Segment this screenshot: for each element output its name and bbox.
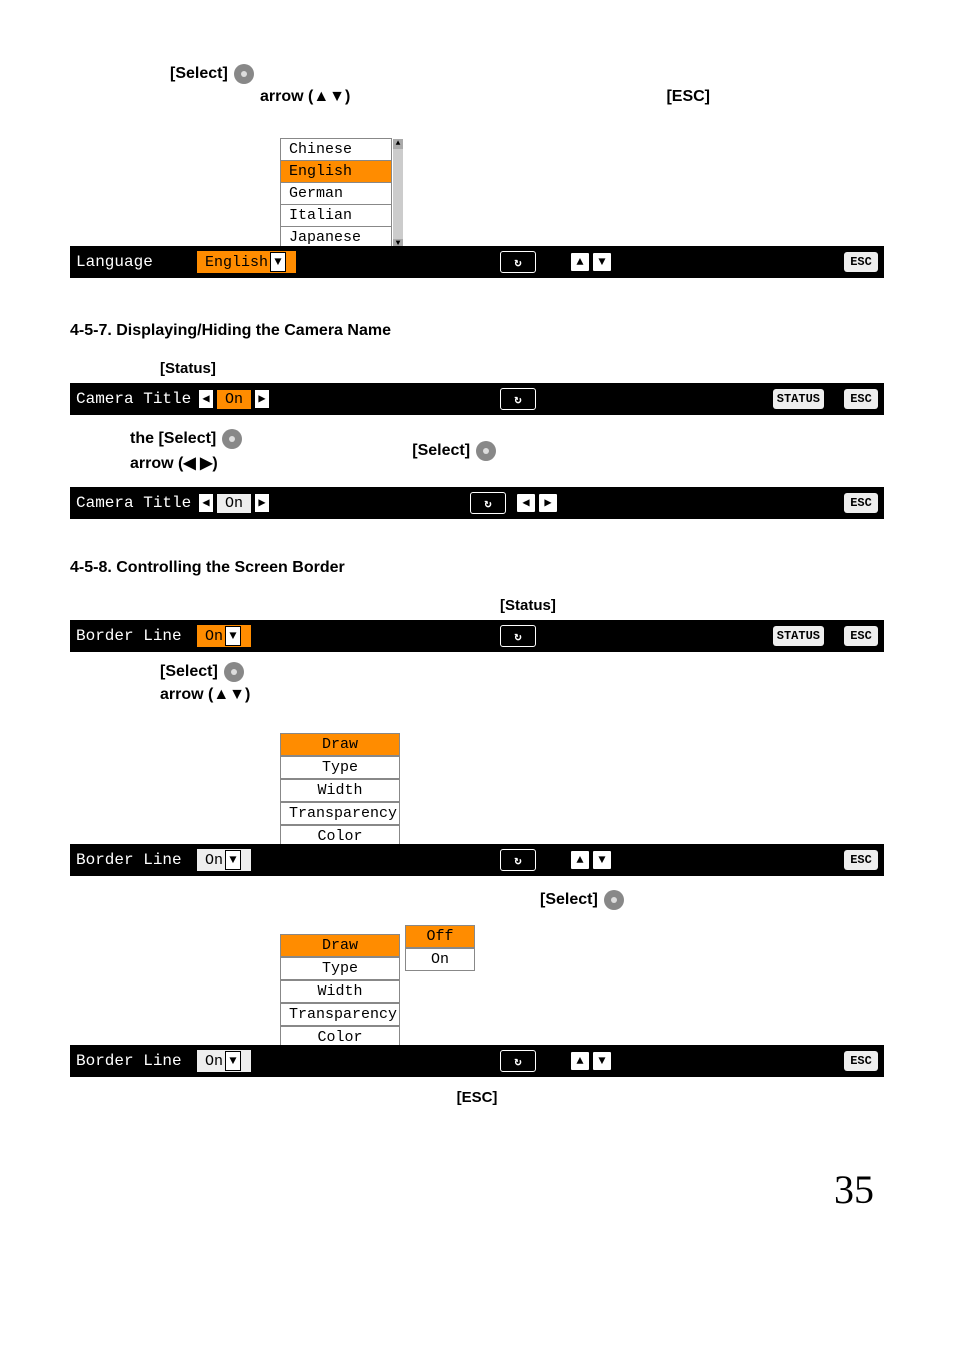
select-disc-icon [476,441,496,461]
row-label-border-line: Border Line [76,627,196,645]
language-option[interactable]: German [281,183,391,205]
arrow-up-down-icon: ▲ ▼ [570,1051,612,1071]
instruction-arrow-lr: arrow (◀ ▶) [130,453,242,473]
row-label-border-line: Border Line [76,851,196,869]
submenu-item-draw[interactable]: Draw [280,934,400,957]
row-label-border-line: Border Line [76,1052,196,1070]
camera-title-field[interactable]: On [216,493,252,514]
refresh-icon: ↻ [470,492,506,514]
border-line-field[interactable]: On ▼ [196,848,252,872]
arrow-left-right-icon: ◀ ▶ [516,493,558,513]
language-value: English [205,254,268,271]
status-button[interactable]: STATUS [773,626,824,646]
submenu-side-off[interactable]: Off [405,925,475,948]
instruction-arrow-ud: arrow (▲▼) [160,686,884,704]
dropdown-toggle-icon[interactable]: ▼ [270,252,286,272]
row-label-camera-title: Camera Title [76,390,196,408]
submenu-item-transparency[interactable]: Transparency [280,1003,400,1026]
language-block: Chinese English German Italian Japanese … [70,112,884,282]
section-title-457: 4-5-7. Displaying/Hiding the Camera Name [70,322,884,340]
submenu-item-width[interactable]: Width [280,980,400,1003]
esc-icon: ESC [844,850,878,870]
label-esc-tail: [ESC] [70,1089,884,1106]
submenu-item-type[interactable]: Type [280,756,400,779]
label-arrow-ud: arrow (▲▼) [260,88,350,105]
language-option[interactable]: Chinese [281,139,391,161]
submenu-item-type[interactable]: Type [280,957,400,980]
border-submenu[interactable]: Draw Type Width Transparency Color [280,934,400,1049]
submenu-item-draw[interactable]: Draw [280,733,400,756]
arrow-up-down-icon: ▲ ▼ [570,850,612,870]
right-arrow-button[interactable]: ▶ [254,389,270,409]
border-line-row-1: Border Line On ▼ ↻ STATUS ESC [70,620,884,652]
row-label-language: Language [76,253,196,271]
language-dropdown[interactable]: Chinese English German Italian Japanese … [280,138,392,250]
arrow-up-down-icon: ▲ ▼ [570,252,612,272]
right-arrow-button[interactable]: ▶ [254,493,270,513]
camera-title-field[interactable]: On [216,389,252,410]
esc-icon: ESC [844,626,878,646]
border-submenu-side[interactable]: Off On [405,925,475,971]
esc-icon: ESC [844,389,878,409]
label-esc: [ESC] [666,88,710,106]
language-field[interactable]: English ▼ [196,250,297,274]
dropdown-toggle-icon[interactable]: ▼ [225,626,241,646]
select-disc-icon [604,890,624,910]
status-button[interactable]: STATUS [773,389,824,409]
esc-icon: ESC [844,1051,878,1071]
border-submenu[interactable]: Draw Type Width Transparency Color [280,733,400,848]
esc-icon: ESC [844,493,878,513]
instruction-select: [Select] [160,662,884,682]
refresh-icon: ↻ [500,625,536,647]
camera-title-row-1: Camera Title ◀ On ▶ ↻ STATUS ESC [70,383,884,415]
submenu-item-transparency[interactable]: Transparency [280,802,400,825]
label-select: [Select] [170,65,228,83]
esc-icon: ESC [844,252,878,272]
language-option[interactable]: Italian [281,205,391,227]
section-title-458: 4-5-8. Controlling the Screen Border [70,559,884,577]
dropdown-toggle-icon[interactable]: ▼ [225,850,241,870]
page-number: 35 [70,1166,884,1213]
instruction-select: [Select] [540,890,884,910]
refresh-icon: ↻ [500,388,536,410]
select-disc-icon [234,64,254,84]
border-submenu-block-2: Draw Type Width Transparency Color Off O… [70,916,884,1081]
select-disc-icon [224,662,244,682]
language-option-selected[interactable]: English [281,161,391,183]
submenu-side-on[interactable]: On [405,948,475,971]
row-label-camera-title: Camera Title [76,494,196,512]
label-status: [Status] [500,597,884,614]
left-arrow-button[interactable]: ◀ [198,493,214,513]
border-line-field[interactable]: On ▼ [196,624,252,648]
refresh-icon: ↻ [500,849,536,871]
refresh-icon: ↻ [500,251,536,273]
select-disc-icon [222,429,242,449]
instruction-the-select: the [Select] [130,429,242,449]
camera-title-row-2: Camera Title ◀ On ▶ ↻ ◀ ▶ ESC [70,487,884,519]
dropdown-scrollbar[interactable]: ▲ ▼ [393,139,403,249]
dropdown-toggle-icon[interactable]: ▼ [225,1051,241,1071]
scroll-up-icon[interactable]: ▲ [393,139,403,149]
left-arrow-button[interactable]: ◀ [198,389,214,409]
border-submenu-block-1: Draw Type Width Transparency Color Borde… [70,710,884,880]
submenu-item-width[interactable]: Width [280,779,400,802]
label-status: [Status] [160,360,884,377]
instruction-select-arrow: [Select] [170,64,884,84]
refresh-icon: ↻ [500,1050,536,1072]
instruction-select: [Select] [412,441,496,461]
border-line-field[interactable]: On ▼ [196,1049,252,1073]
